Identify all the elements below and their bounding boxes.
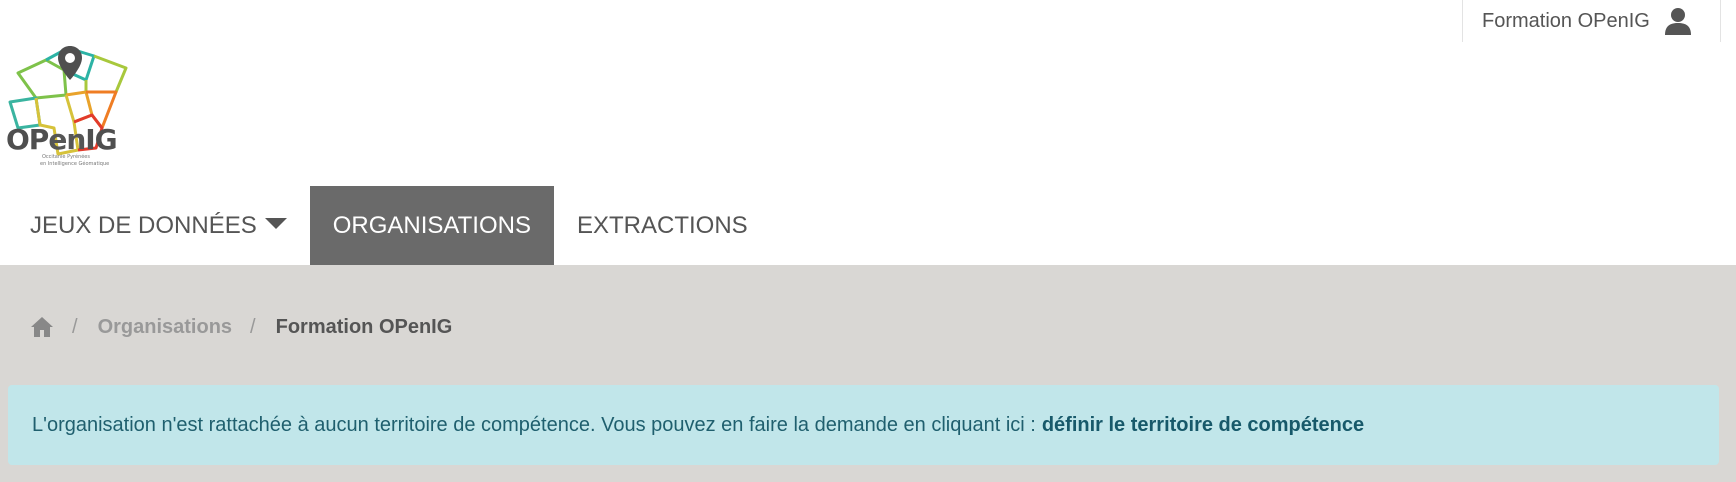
breadcrumb-separator: /	[72, 315, 78, 338]
user-name: Formation OPenIG	[1482, 9, 1650, 32]
alert-message: L'organisation n'est rattachée à aucun t…	[32, 413, 1036, 436]
breadcrumb-separator: /	[250, 315, 256, 338]
caret-down-icon	[264, 218, 287, 229]
nav-item-label: EXTRACTIONS	[576, 211, 748, 239]
breadcrumb: / Organisations / Formation OPenIG	[30, 312, 452, 342]
define-territory-link[interactable]: définir le territoire de compétence	[1042, 414, 1364, 437]
breadcrumb-item-organisations[interactable]: Organisations	[98, 316, 232, 339]
nav-item-extractions[interactable]: EXTRACTIONS	[554, 186, 771, 265]
info-alert: L'organisation n'est rattachée à aucun t…	[8, 385, 1719, 465]
nav-item-jeux-de-donnees[interactable]: JEUX DE DONNÉES	[0, 186, 310, 265]
openig-logo[interactable]: OPenIG Occitanie Pyrénées en Intelligenc…	[6, 40, 136, 173]
content-area: / Organisations / Formation OPenIG L'org…	[0, 265, 1736, 482]
main-nav: JEUX DE DONNÉES ORGANISATIONS EXTRACTION…	[0, 186, 771, 265]
svg-text:OPenIG: OPenIG	[6, 123, 117, 156]
svg-text:en Intelligence Géomatique: en Intelligence Géomatique	[40, 160, 109, 167]
nav-item-label: JEUX DE DONNÉES	[30, 211, 257, 239]
breadcrumb-item-current: Formation OPenIG	[275, 315, 453, 338]
home-icon[interactable]	[30, 316, 54, 338]
nav-item-organisations[interactable]: ORGANISATIONS	[309, 186, 554, 265]
user-menu[interactable]: Formation OPenIG	[1462, 0, 1721, 42]
openig-logo-graphic: OPenIG Occitanie Pyrénées en Intelligenc…	[6, 46, 128, 167]
nav-item-label: ORGANISATIONS	[332, 211, 531, 239]
svg-text:Occitanie Pyrénées: Occitanie Pyrénées	[42, 153, 90, 160]
user-icon	[1664, 7, 1692, 35]
